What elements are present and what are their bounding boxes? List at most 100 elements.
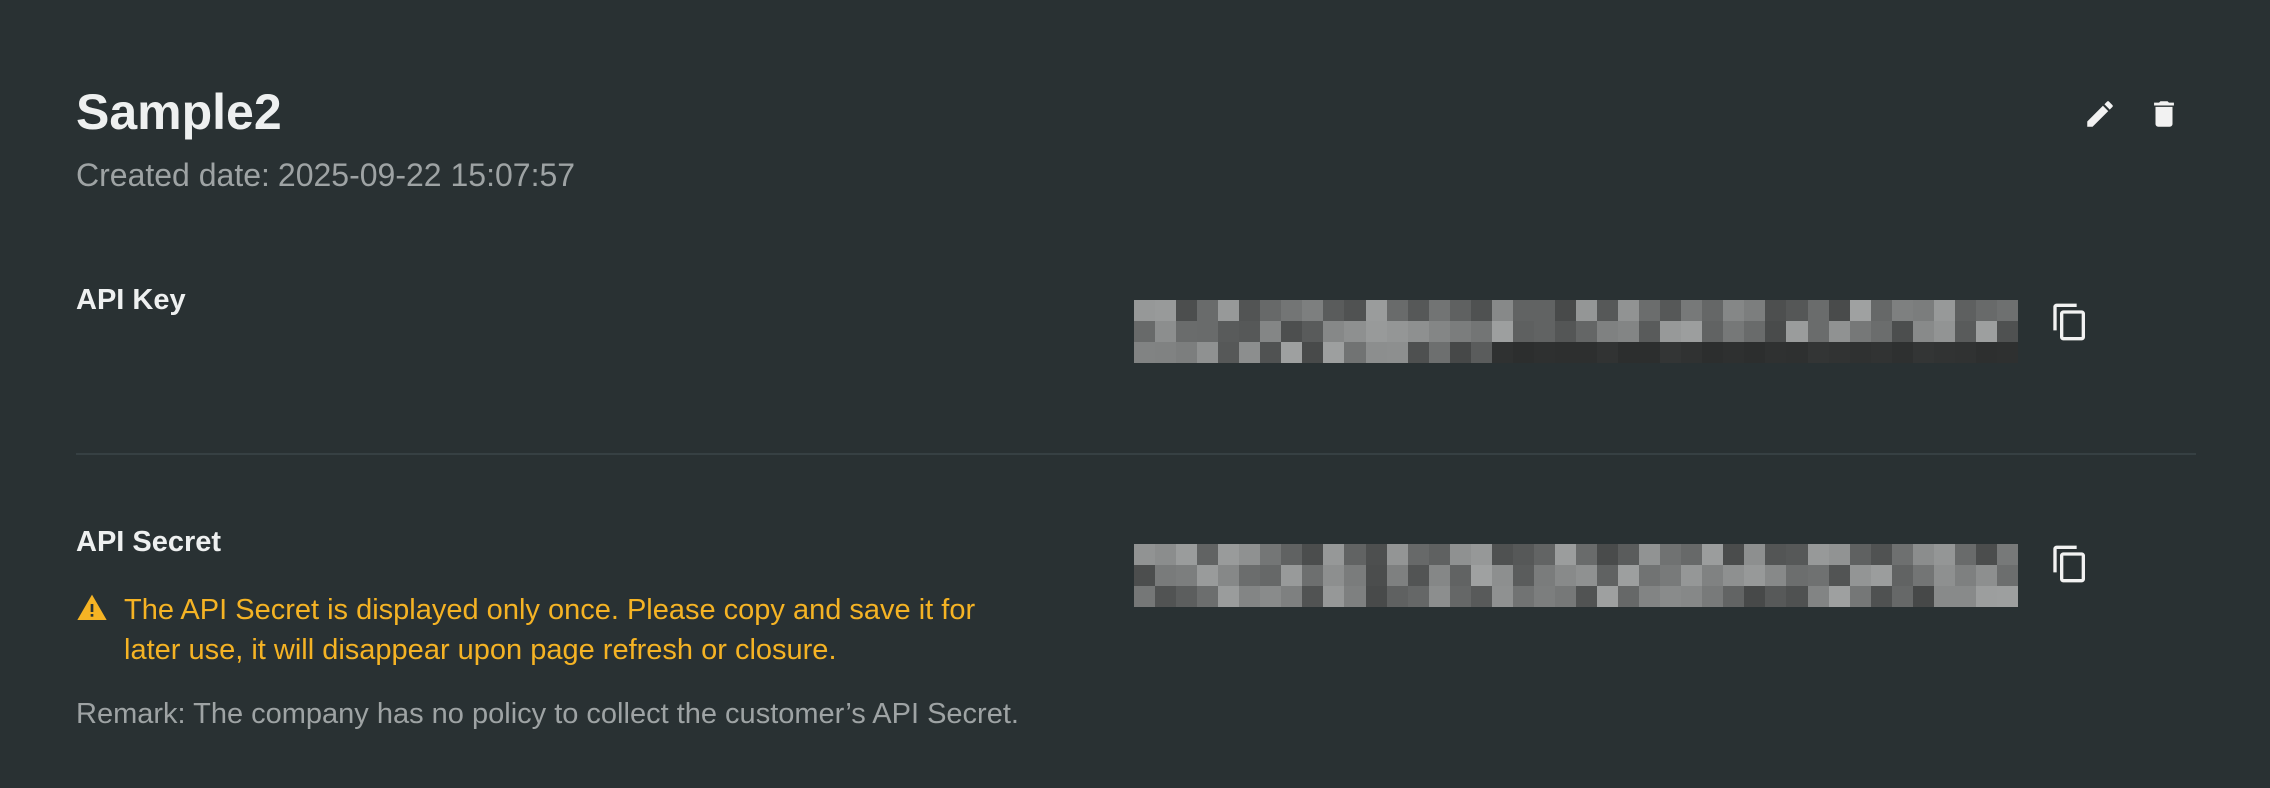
redaction-pixel	[1575, 586, 1598, 607]
redaction-pixel	[1386, 342, 1408, 363]
redaction-pixel	[1491, 544, 1513, 565]
redaction-pixel	[1786, 565, 1808, 586]
redaction-pixel	[1744, 586, 1766, 607]
redaction-pixel	[1660, 342, 1682, 363]
redaction-pixel	[1281, 586, 1303, 607]
created-date-value: 2025-09-22 15:07:57	[277, 157, 576, 193]
redaction-pixel	[1365, 586, 1387, 607]
redaction-pixel	[1975, 586, 1997, 607]
api-key-detail-card: Sample2 Created date: 2025-09-22 15:07:57…	[0, 0, 2270, 788]
redaction-pixel	[1260, 321, 1282, 342]
redaction-pixel	[1807, 565, 1829, 586]
redaction-pixel	[1639, 544, 1661, 565]
redaction-pixel	[1575, 300, 1598, 321]
redaction-pixel	[1975, 565, 1997, 586]
redaction-pixel	[1365, 544, 1387, 565]
redaction-pixel	[1533, 321, 1555, 342]
redaction-pixel	[1975, 321, 1997, 342]
redaction-pixel	[1344, 544, 1366, 565]
redaction-pixel	[1260, 544, 1282, 565]
redaction-pixel	[1723, 300, 1745, 321]
redaction-pixel	[1828, 586, 1850, 607]
api-secret-value-redacted	[1134, 544, 2018, 607]
secret-warning: The API Secret is displayed only once. P…	[76, 590, 984, 670]
redaction-pixel	[1765, 321, 1787, 342]
redaction-pixel	[1470, 586, 1492, 607]
redaction-pixel	[1386, 321, 1408, 342]
redaction-pixel	[1618, 321, 1640, 342]
delete-button[interactable]	[2140, 90, 2188, 138]
redaction-pixel	[1239, 300, 1261, 321]
api-key-label: API Key	[76, 284, 186, 316]
redaction-pixel	[1197, 300, 1219, 321]
redaction-pixel	[1218, 544, 1240, 565]
redaction-pixel	[1660, 586, 1682, 607]
redaction-pixel	[1681, 544, 1703, 565]
redaction-pixel	[1302, 586, 1324, 607]
page-title: Sample2	[76, 84, 282, 140]
redaction-pixel	[1407, 544, 1429, 565]
redaction-pixel	[1176, 342, 1198, 363]
redaction-pixel	[1660, 565, 1682, 586]
redaction-pixel	[1681, 300, 1703, 321]
edit-button[interactable]	[2076, 90, 2124, 138]
redaction-pixel	[1849, 342, 1871, 363]
redaction-pixel	[1302, 544, 1324, 565]
redaction-pixel	[1218, 565, 1240, 586]
redaction-pixel	[1407, 586, 1429, 607]
redaction-pixel	[1134, 321, 1156, 342]
redaction-pixel	[1239, 544, 1261, 565]
redaction-pixel	[1849, 300, 1871, 321]
warning-text: The API Secret is displayed only once. P…	[124, 594, 976, 666]
redaction-pixel	[1996, 342, 2018, 363]
remark-text: Remark: The company has no policy to col…	[76, 698, 1019, 730]
redaction-pixel	[1723, 544, 1745, 565]
redaction-pixel	[1449, 300, 1471, 321]
redaction-pixel	[1281, 300, 1303, 321]
redaction-pixel	[1660, 544, 1682, 565]
redaction-pixel	[1428, 342, 1450, 363]
redaction-pixel	[1912, 565, 1934, 586]
copy-api-secret-button[interactable]	[2046, 540, 2094, 588]
redaction-pixel	[1597, 321, 1619, 342]
copy-api-key-button[interactable]	[2046, 298, 2094, 346]
redaction-pixel	[1891, 342, 1913, 363]
redaction-pixel	[1281, 342, 1303, 363]
redaction-pixel	[1554, 321, 1576, 342]
redaction-pixel	[1449, 565, 1471, 586]
redaction-pixel	[1323, 565, 1345, 586]
redaction-pixel	[1891, 565, 1913, 586]
redaction-pixel	[1597, 586, 1619, 607]
redaction-pixel	[1512, 321, 1534, 342]
redaction-pixel	[1765, 586, 1787, 607]
redaction-pixel	[1807, 321, 1829, 342]
redaction-pixel	[1197, 565, 1219, 586]
redaction-pixel	[1155, 321, 1177, 342]
section-divider	[76, 453, 2196, 455]
redaction-pixel	[1407, 342, 1429, 363]
redaction-pixel	[1744, 300, 1766, 321]
redaction-pixel	[1218, 321, 1240, 342]
redaction-pixel	[1575, 565, 1598, 586]
redaction-pixel	[1765, 342, 1787, 363]
redaction-pixel	[1786, 300, 1808, 321]
redaction-pixel	[1702, 300, 1724, 321]
redaction-pixel	[1681, 342, 1703, 363]
redaction-pixel	[1155, 300, 1177, 321]
redaction-pixel	[1512, 544, 1534, 565]
redaction-pixel	[1344, 300, 1366, 321]
redaction-pixel	[1176, 565, 1198, 586]
redaction-pixel	[1512, 342, 1534, 363]
redaction-pixel	[1323, 544, 1345, 565]
redaction-pixel	[1197, 321, 1219, 342]
redaction-pixel	[1744, 565, 1766, 586]
redaction-pixel	[1807, 544, 1829, 565]
redaction-pixel	[1218, 342, 1240, 363]
created-date-label: Created date:	[76, 157, 270, 193]
redaction-pixel	[1891, 586, 1913, 607]
redaction-pixel	[1744, 544, 1766, 565]
redaction-pixel	[1744, 342, 1766, 363]
redaction-pixel	[1323, 342, 1345, 363]
redaction-pixel	[1870, 586, 1892, 607]
redaction-pixel	[1723, 586, 1745, 607]
